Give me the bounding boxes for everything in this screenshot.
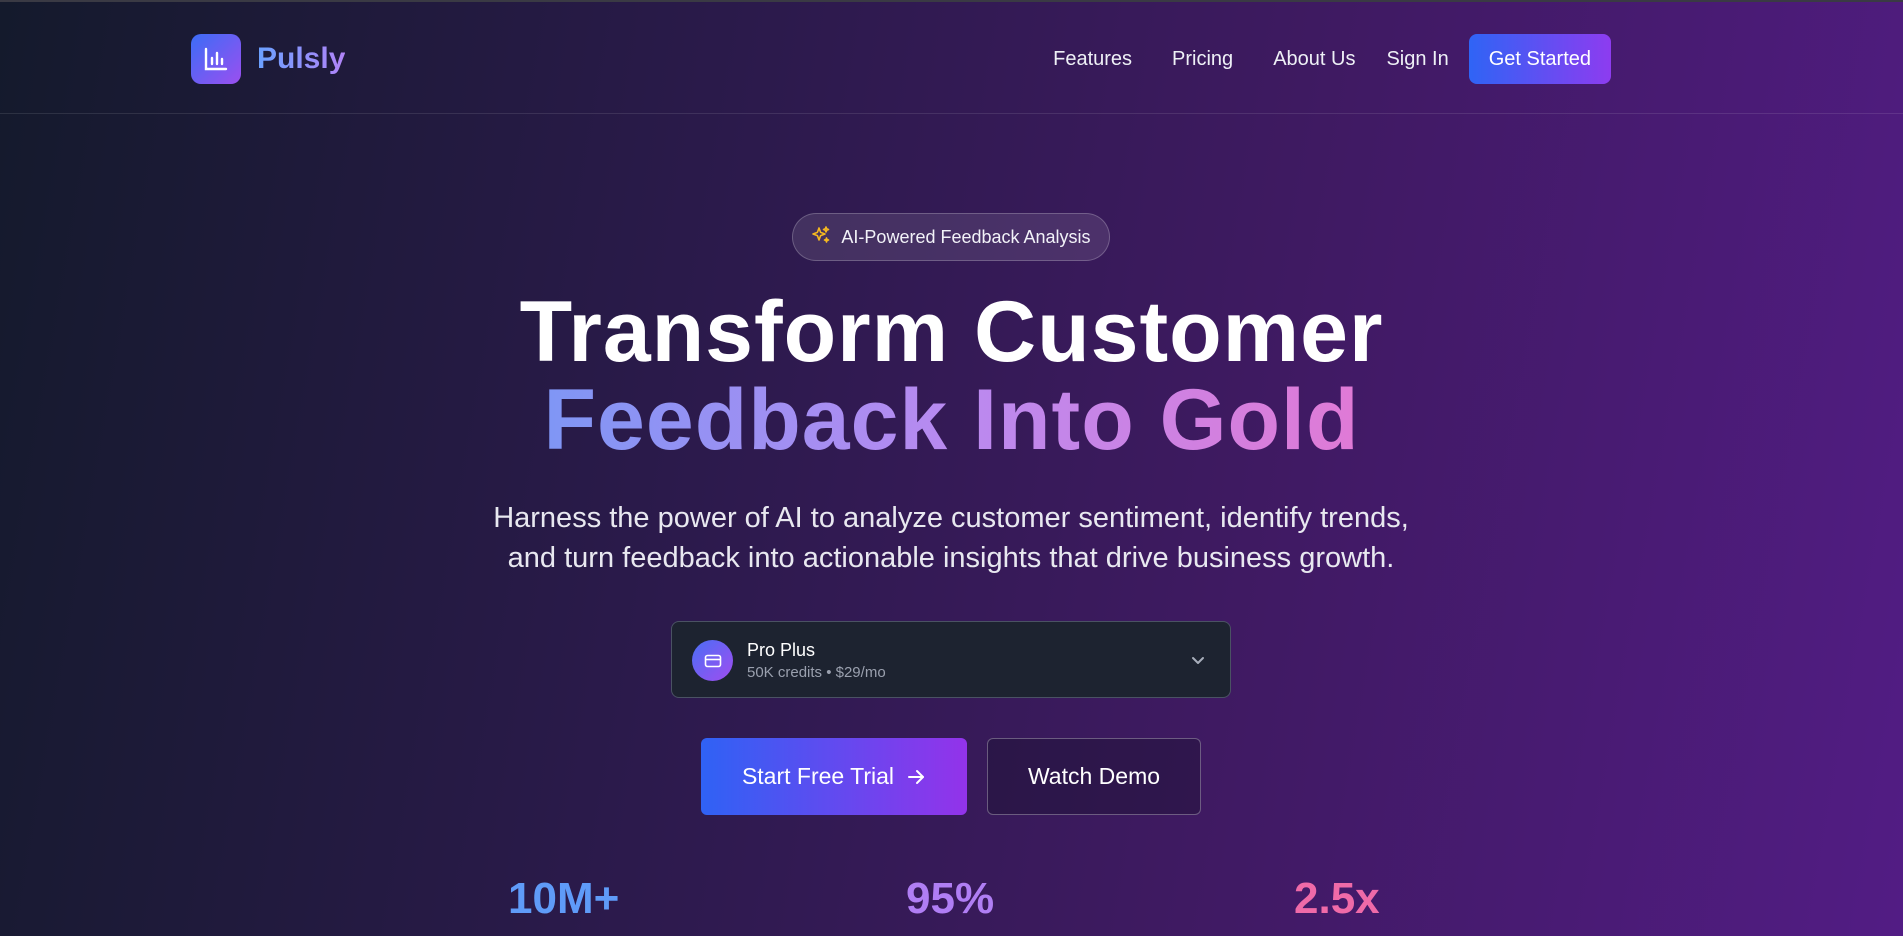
hero-subtext: Harness the power of AI to analyze custo… [451,498,1451,578]
chevron-down-icon [1192,657,1204,664]
hero-headline: Transform Customer Feedback Into Gold [0,288,1903,464]
nav-links: Features Pricing About Us Sign In Get St… [1053,34,1611,84]
stat-value-1: 10M+ [508,874,620,923]
brand[interactable]: Pulsly [191,34,345,84]
arrow-right-icon [908,769,925,784]
nav-link-about-us[interactable]: About Us [1273,48,1355,71]
top-navigation: Pulsly Features Pricing About Us Sign In… [0,2,1903,114]
subtext-line-1: Harness the power of AI to analyze custo… [493,502,1409,534]
brand-name: Pulsly [257,42,346,75]
nav-link-pricing[interactable]: Pricing [1172,48,1233,71]
start-free-trial-button[interactable]: Start Free Trial [701,738,967,815]
headline-line-2: Feedback Into Gold [543,372,1360,468]
watch-demo-button[interactable]: Watch Demo [987,738,1201,815]
feature-badge: AI-Powered Feedback Analysis [792,213,1110,261]
headline-line-1: Transform Customer [519,284,1384,380]
feature-badge-label: AI-Powered Feedback Analysis [841,226,1091,247]
credit-card-icon [692,640,733,681]
plan-select-dropdown[interactable]: Pro Plus 50K credits • $29/mo [671,621,1231,698]
sign-in-link[interactable]: Sign In [1386,48,1448,71]
stat-value-2: 95% [906,874,995,923]
plan-detail: 50K credits • $29/mo [747,664,886,681]
get-started-button[interactable]: Get Started [1468,34,1611,84]
plan-name: Pro Plus [747,640,816,660]
bar-chart-icon [191,34,241,84]
start-free-trial-label: Start Free Trial [741,763,895,789]
nav-link-features[interactable]: Features [1053,48,1132,71]
sparkles-icon [811,225,831,250]
stat-value-3: 2.5x [1294,874,1380,923]
subtext-line-2: and turn feedback into actionable insigh… [507,542,1395,574]
